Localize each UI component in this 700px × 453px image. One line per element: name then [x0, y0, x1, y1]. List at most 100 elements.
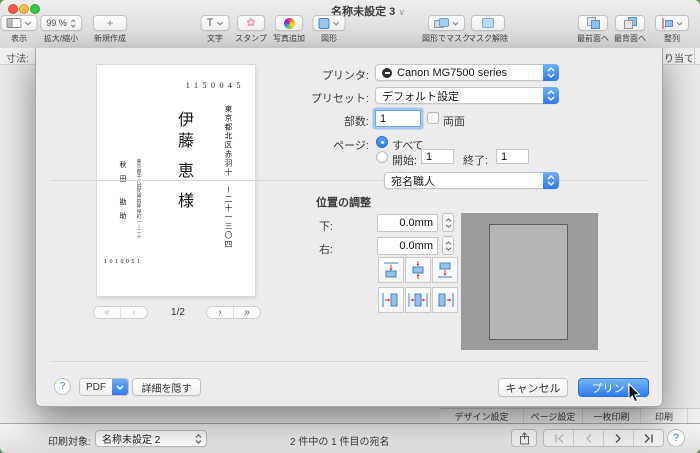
toolbar-item-zoom: 99 % 拡大/縮小: [40, 15, 82, 44]
mask-shape-icon: [434, 18, 449, 29]
pages-label: ページ:: [333, 137, 369, 153]
right-offset-input[interactable]: [377, 237, 438, 255]
send-back-icon: [623, 17, 637, 29]
sender-address: 東京都千代田区神田神保町一ー二十: [136, 159, 142, 239]
next-page-button[interactable]: ›: [207, 307, 234, 318]
copies-label: 部数:: [344, 113, 369, 129]
help-button[interactable]: ?: [667, 429, 685, 447]
preview-page: [489, 224, 568, 340]
toolbar-item-unmask: マスク解除: [468, 15, 508, 44]
popup-stepper-icon: [543, 172, 559, 189]
minimize-button[interactable]: [19, 4, 29, 14]
last-record-button[interactable]: [634, 430, 663, 446]
mask-with-shape-button[interactable]: [428, 15, 465, 31]
add-photo-button[interactable]: [275, 15, 303, 31]
align-horizontal-center-button[interactable]: [405, 287, 431, 313]
share-button[interactable]: [511, 429, 537, 447]
next-record-button[interactable]: [604, 430, 634, 446]
close-button[interactable]: [8, 4, 18, 14]
toolbar-item-mask: 図形でマスク: [422, 15, 470, 44]
chevron-down-icon: [25, 21, 32, 26]
text-tool-button[interactable]: T: [201, 15, 230, 31]
right-offset-stepper[interactable]: [442, 236, 454, 255]
shape-button[interactable]: [313, 15, 346, 31]
tab-single-print[interactable]: 一枚印刷: [583, 409, 641, 424]
record-nav-group: [543, 429, 664, 447]
titlebar: 名称未設定 3 ∨ 表示 99 % 拡大/縮小 + 新規作成 T: [0, 0, 700, 49]
settings-pane-select[interactable]: 宛名職人: [384, 172, 559, 189]
stamp-button[interactable]: ✿: [237, 15, 265, 31]
all-pages-radio[interactable]: [376, 136, 388, 148]
down-offset-input[interactable]: [377, 214, 438, 232]
updown-chevrons-icon: [70, 19, 76, 28]
align-right-edge-button[interactable]: [378, 287, 404, 313]
panes-icon: [7, 18, 22, 28]
printer-label: プリンタ:: [322, 67, 369, 83]
toolbar-item-view: 表示: [1, 15, 38, 44]
tab-design-settings[interactable]: デザイン設定: [440, 409, 524, 424]
cancel-button[interactable]: キャンセル: [498, 378, 568, 397]
toolbar-item-add-photo: 写真追加: [273, 15, 305, 44]
new-button[interactable]: +: [93, 15, 127, 31]
copies-input[interactable]: [375, 110, 421, 127]
bring-to-front-button[interactable]: [578, 15, 608, 31]
toolbar-item-back: 最背面へ: [614, 15, 646, 44]
align-bottom-button[interactable]: [378, 257, 404, 283]
dialog-help-button[interactable]: ?: [54, 378, 71, 395]
tab-print[interactable]: 印刷: [641, 409, 688, 424]
page-back-group: « ‹: [93, 306, 148, 319]
previous-page-button[interactable]: ‹: [121, 307, 147, 318]
pdf-menu-button[interactable]: PDF: [79, 378, 129, 396]
divider: [50, 361, 648, 362]
page-indicator: 1/2: [164, 307, 192, 318]
printer-status-icon: [382, 68, 392, 78]
print-target-label: 印刷対象:: [48, 433, 91, 448]
sender-postal-code: 1010051: [104, 259, 143, 265]
align-vertical-center-button[interactable]: [405, 257, 431, 283]
printer-select[interactable]: Canon MG7500 series: [375, 64, 559, 81]
preset-select[interactable]: デフォルト設定: [375, 87, 559, 104]
last-page-button[interactable]: »: [234, 307, 260, 318]
to-label: 終了:: [463, 152, 488, 168]
tab-page-settings[interactable]: ページ設定: [524, 409, 583, 424]
down-offset-stepper[interactable]: [442, 213, 454, 232]
updown-chevrons-icon: [195, 433, 202, 445]
preset-label: プリセット:: [311, 90, 369, 106]
print-target-select[interactable]: 名称未設定 2: [95, 430, 207, 447]
first-record-button[interactable]: [544, 430, 574, 446]
zoom-window-button[interactable]: [30, 4, 40, 14]
bring-front-icon: [586, 17, 600, 29]
align-button[interactable]: [655, 15, 689, 31]
chevron-down-icon: [333, 21, 340, 26]
color-photo-icon: [284, 18, 295, 29]
toolbar-item-shape: 図形: [313, 15, 346, 44]
from-label: 開始:: [392, 152, 417, 168]
position-preview: [461, 213, 598, 350]
send-to-back-button[interactable]: [615, 15, 645, 31]
share-icon: [519, 432, 530, 445]
duplex-checkbox[interactable]: [427, 112, 439, 124]
from-input[interactable]: [421, 149, 454, 164]
to-input[interactable]: [496, 149, 529, 164]
unmask-icon: [482, 18, 494, 28]
align-top-button[interactable]: [432, 257, 458, 283]
assign-label: り当て: [664, 50, 694, 65]
chevron-down-icon: [452, 21, 459, 26]
position-section-title: 位置の調整: [316, 194, 371, 210]
page-range-radio[interactable]: [376, 151, 388, 163]
toolbar-item-new: + 新規作成: [93, 15, 127, 44]
recipient-postal-code: 1150045: [186, 81, 245, 90]
first-page-button[interactable]: «: [94, 307, 121, 318]
view-button[interactable]: [1, 15, 38, 31]
unmask-button[interactable]: [471, 15, 505, 31]
mouse-cursor: [628, 383, 642, 403]
page-forward-group: › »: [206, 306, 261, 319]
hide-details-button[interactable]: 詳細を隠す: [132, 378, 201, 396]
align-left-edge-button[interactable]: [432, 287, 458, 313]
zoom-stepper[interactable]: 99 %: [40, 15, 82, 31]
duplex-label: 両面: [443, 113, 465, 129]
dimension-label: 寸法:: [6, 50, 29, 65]
chevron-down-icon: [112, 379, 128, 395]
title-chevron-icon[interactable]: ∨: [398, 7, 405, 17]
previous-record-button[interactable]: [574, 430, 604, 446]
